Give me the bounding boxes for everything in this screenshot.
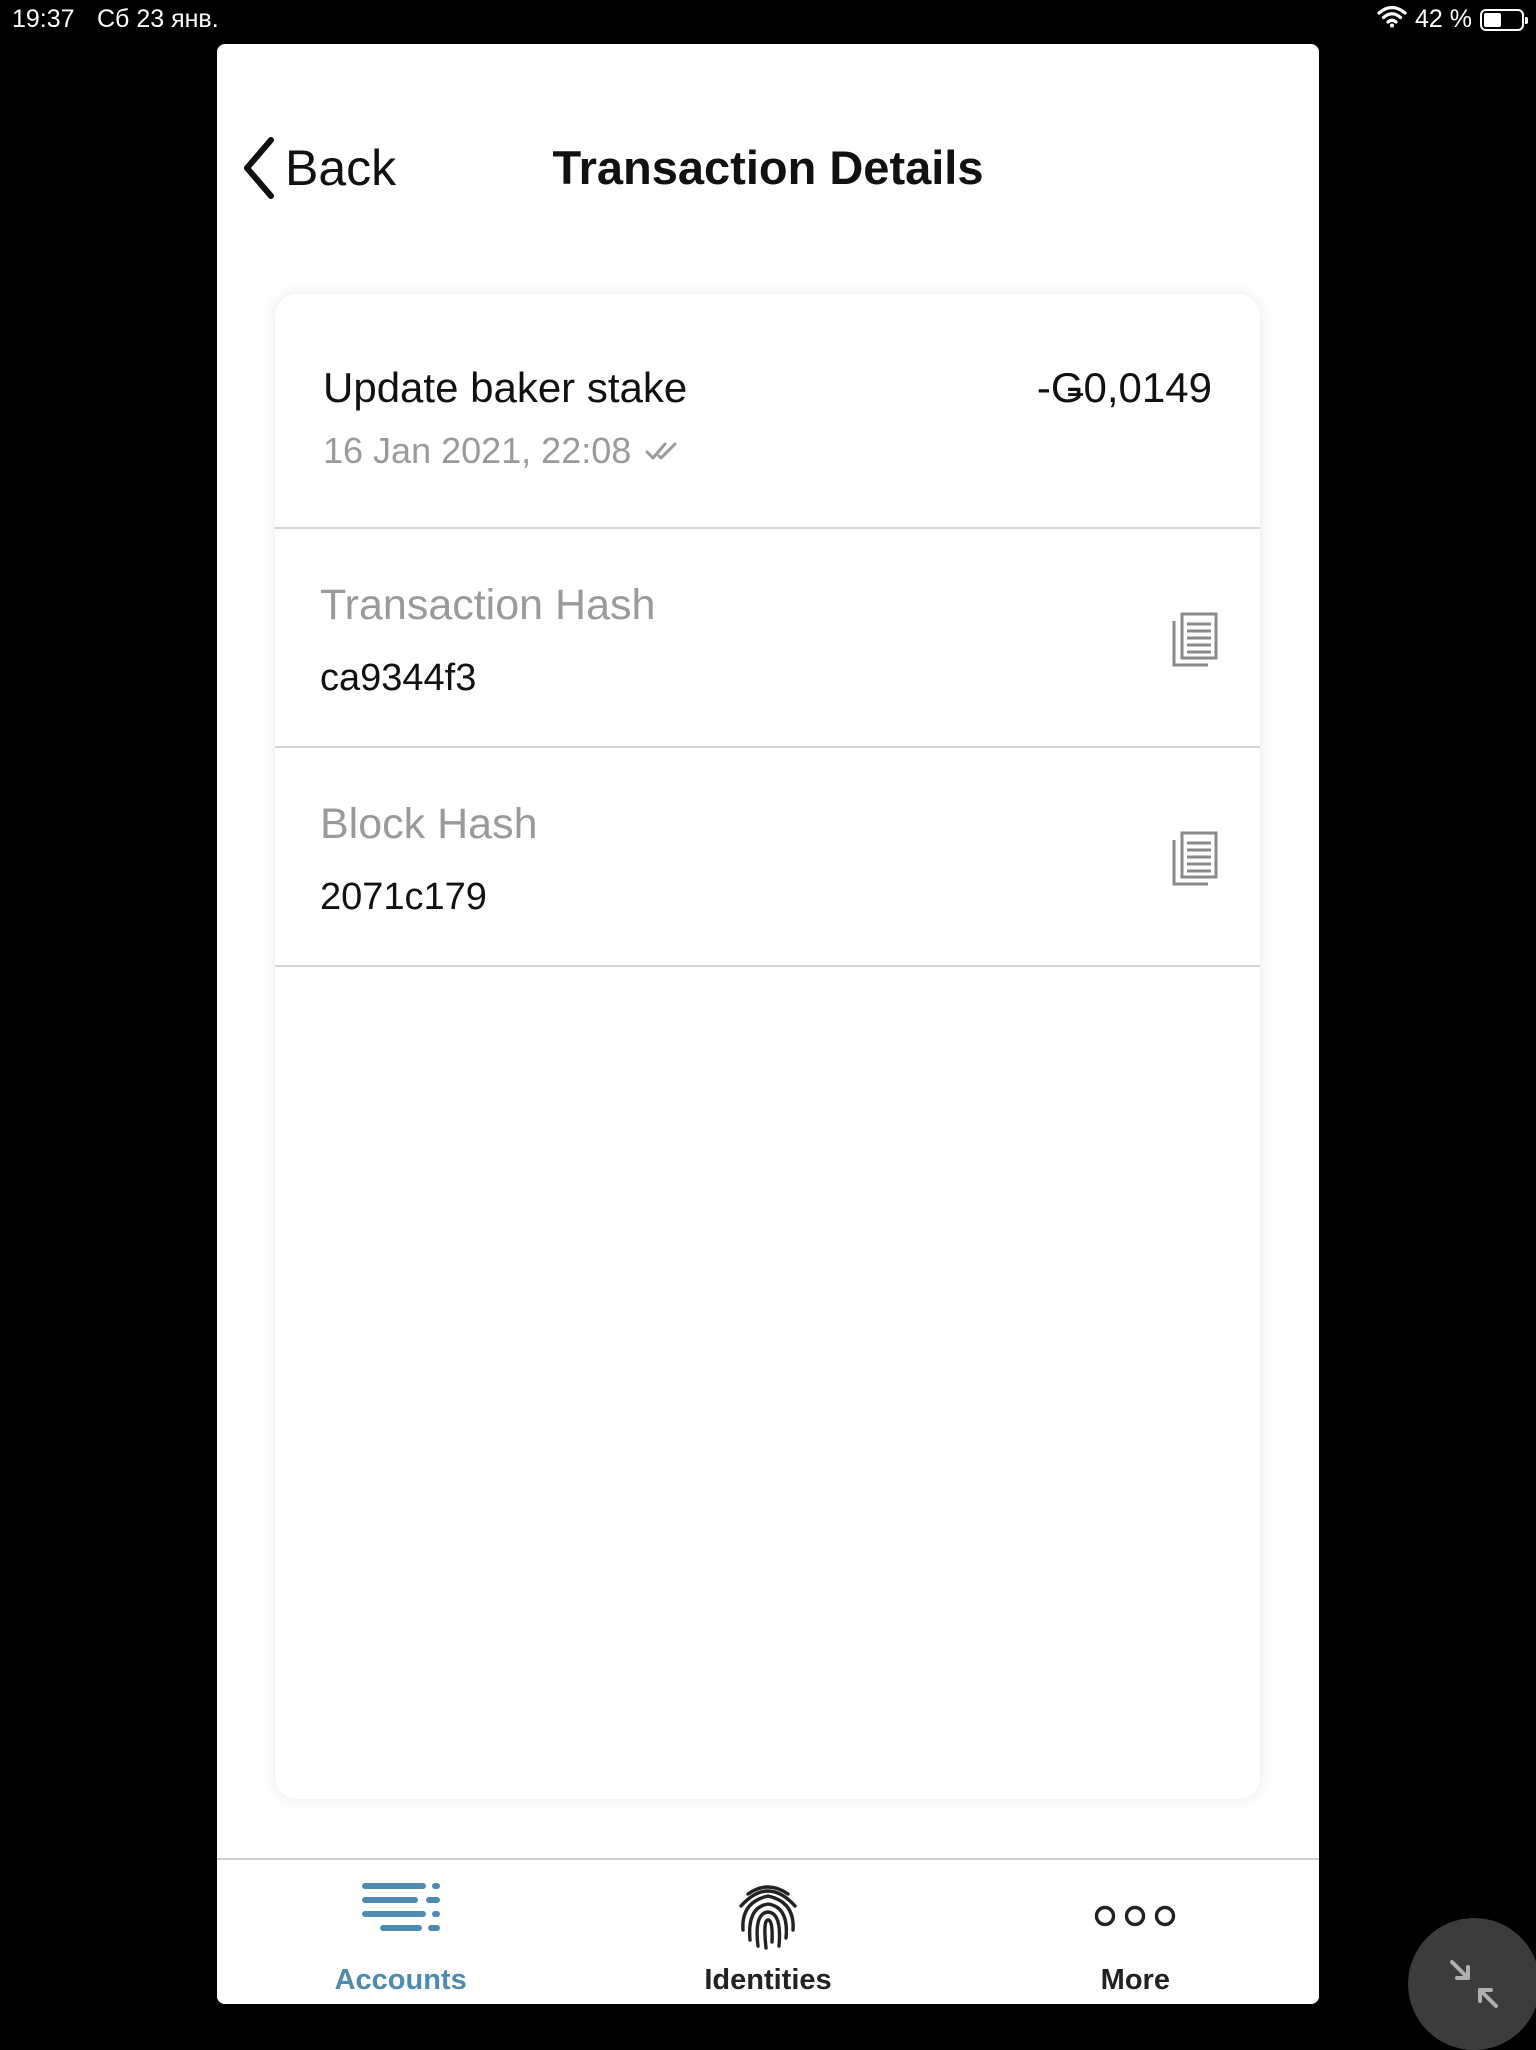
transaction-hash-value: ca9344f3 [320,657,477,699]
page-title: Transaction Details [552,141,984,194]
tab-identities[interactable]: Identities [584,1860,951,2004]
transaction-summary: Update baker stake -Ǥ0,0149 16 Jan 2021,… [275,294,1260,529]
copy-icon [1172,612,1218,667]
copy-block-hash-button[interactable] [1170,830,1220,888]
copy-transaction-hash-button[interactable] [1170,611,1220,669]
battery-percent: 42 % [1415,5,1472,33]
battery-icon [1480,8,1528,31]
minimize-arrows-icon [1450,1960,1498,2008]
block-hash-value: 2071c179 [320,876,487,918]
copy-icon [1172,831,1218,886]
double-check-icon [645,442,677,460]
status-right: 42 % [1377,4,1528,35]
app-window: Back Transaction Details Update baker st… [217,44,1319,2004]
navigation-bar: Back Transaction Details [217,44,1319,294]
tab-identities-label: Identities [704,1964,832,1996]
tab-accounts-label: Accounts [334,1964,467,1996]
accounts-list-icon [361,1883,440,1931]
transaction-amount: -Ǥ0,0149 [1036,364,1212,411]
wifi-icon [1377,4,1407,35]
status-bar: 19:37 Сб 23 янв. 42 % [0,0,1536,40]
minimize-window-button[interactable] [1408,1918,1536,2050]
transaction-title: Update baker stake [323,364,688,411]
more-dots-icon [1095,1905,1176,1927]
status-time: 19:37 [12,5,75,33]
status-date: Сб 23 янв. [97,5,219,33]
transaction-hash-row: Transaction Hash ca9344f3 [275,529,1260,748]
transaction-hash-label: Transaction Hash [320,581,656,629]
tab-more[interactable]: More [952,1860,1319,2004]
fingerprint-icon [739,1885,797,1950]
block-hash-row: Block Hash 2071c179 [275,748,1260,967]
tab-accounts[interactable]: Accounts [217,1860,584,2004]
transaction-date: 16 Jan 2021, 22:08 [323,430,632,471]
tab-more-label: More [1100,1964,1170,1996]
transaction-card: Update baker stake -Ǥ0,0149 16 Jan 2021,… [275,294,1260,1799]
transaction-date-row: 16 Jan 2021, 22:08 [323,430,679,472]
block-hash-label: Block Hash [320,800,538,848]
tab-bar: Accounts Identities More [217,1858,1319,2004]
